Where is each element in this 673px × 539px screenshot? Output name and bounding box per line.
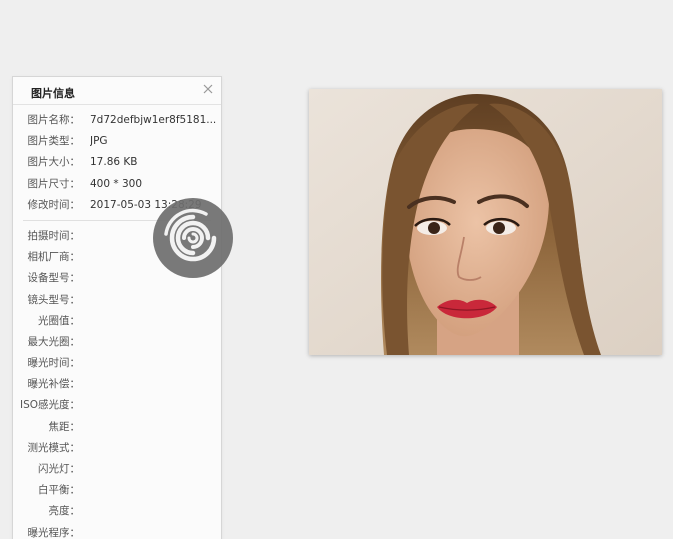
exif-row: 曝光程序： <box>13 523 221 539</box>
exif-label: 拍摄时间： <box>27 229 81 242</box>
exif-row: 焦距： <box>13 417 221 438</box>
exif-row: 闪光灯： <box>13 459 221 480</box>
panel-header: 图片信息 <box>13 77 221 105</box>
panel-title: 图片信息 <box>31 87 75 100</box>
exif-row: 白平衡： <box>13 480 221 501</box>
portrait-photo <box>309 89 662 355</box>
exif-label: 白平衡： <box>38 484 80 497</box>
info-rows: 图片名称： 7d72defbjw1er8f5181... 图片类型： JPG 图… <box>13 110 221 539</box>
info-value: 17.86 KB <box>90 156 138 169</box>
exif-row: 曝光时间： <box>13 353 221 374</box>
exif-label: 镜头型号： <box>27 293 81 306</box>
exif-label: 闪光灯： <box>38 463 80 475</box>
exif-label: 设备型号： <box>27 272 81 285</box>
info-value: JPG <box>90 135 108 148</box>
exif-label: 曝光程序： <box>27 526 81 539</box>
info-row-dimensions: 图片尺寸： 400 * 300 <box>13 174 221 195</box>
exif-label: 最大光圈： <box>27 335 81 348</box>
info-label: 图片大小： <box>27 156 81 169</box>
info-label: 图片名称： <box>27 114 81 126</box>
image-viewer-window: 图片信息 图片名称： 7d72defbjw1er8f5181... 图片类型： … <box>0 0 673 539</box>
exif-label: 亮度： <box>48 505 81 518</box>
info-row-name: 图片名称： 7d72defbjw1er8f5181... <box>13 110 221 131</box>
image-preview[interactable] <box>309 89 662 355</box>
image-info-panel: 图片信息 图片名称： 7d72defbjw1er8f5181... 图片类型： … <box>12 76 222 539</box>
exif-row: 光圈值： <box>13 311 221 332</box>
info-label: 图片尺寸： <box>27 177 81 190</box>
exif-label: ISO感光度： <box>19 399 80 412</box>
exif-row: 亮度： <box>13 501 221 522</box>
info-value: 7d72defbjw1er8f5181... <box>90 114 217 126</box>
info-value: 400 * 300 <box>90 177 143 190</box>
info-label: 图片类型： <box>27 135 81 148</box>
close-icon[interactable] <box>201 82 215 96</box>
exif-label: 曝光补偿： <box>27 378 81 391</box>
info-row-type: 图片类型： JPG <box>13 131 221 152</box>
loading-swirl-icon <box>153 198 233 278</box>
exif-row: 镜头型号： <box>13 290 221 311</box>
exif-label: 测光模式： <box>27 441 81 454</box>
info-row-size: 图片大小： 17.86 KB <box>13 152 221 173</box>
exif-label: 光圈值： <box>38 314 80 327</box>
exif-row: 最大光圈： <box>13 332 221 353</box>
exif-row: 测光模式： <box>13 438 221 459</box>
exif-label: 相机厂商： <box>27 251 81 264</box>
exif-label: 焦距： <box>48 420 81 433</box>
info-label: 修改时间： <box>27 198 81 211</box>
exif-row: 曝光补偿： <box>13 374 221 395</box>
exif-row: ISO感光度： <box>13 395 221 416</box>
exif-label: 曝光时间： <box>27 357 81 370</box>
